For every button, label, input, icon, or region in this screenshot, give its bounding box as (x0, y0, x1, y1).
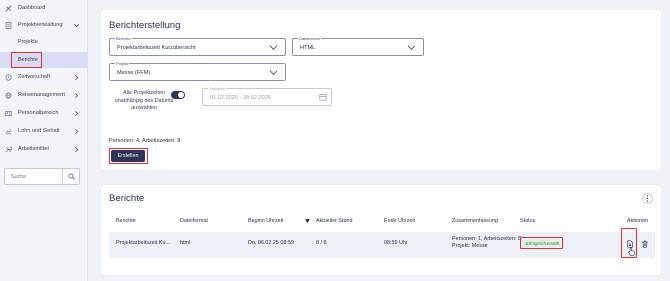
zeitraum-field: Zeitraum 01.02.2025 - 28.02.2025 (202, 86, 332, 106)
chevron-right-icon (73, 128, 80, 135)
field-value: 01.02.2025 - 28.02.2025 (210, 95, 271, 101)
cell-beginn: Do, 06.02.25 08:59 (248, 240, 294, 246)
dashboard-icon (5, 4, 12, 12)
field-value: Projektarbeitszeit Kurzübersicht (117, 45, 196, 51)
clock-icon (5, 73, 12, 81)
document-icon (5, 21, 12, 29)
highlight-box-download (621, 228, 637, 258)
sidebar: Dashboard Projektverwaltung Projekte Ber… (0, 0, 88, 281)
sidebar-item-reisemanagement[interactable]: Reisemanagement (0, 87, 88, 103)
sort-desc-icon[interactable] (305, 219, 310, 223)
search-input[interactable] (5, 169, 62, 184)
table-row[interactable]: Projektarbeitszeit Ku... html Do, 06.02.… (109, 228, 655, 258)
calendar-icon (319, 93, 327, 101)
toggle-label: Alle Projektzeiten unabhängig des Datums… (114, 90, 174, 111)
trash-icon (641, 240, 648, 248)
sidebar-item-label: Lohn und Gehalt (18, 128, 60, 134)
sidebar-item-zeitvorschaft[interactable]: Zeitvorschaft (0, 69, 88, 85)
field-value: Messe (FFM) (117, 70, 151, 76)
toggle-knob (178, 92, 184, 98)
highlight-box-berichte-nav (11, 52, 42, 68)
report-form-card: Berichterstellung Berichte Projektarbeit… (101, 10, 661, 170)
chevron-right-icon (73, 146, 80, 153)
field-label: Zeitraum (208, 86, 226, 91)
cell-bericht: Projektarbeitszeit Ku... (116, 240, 170, 246)
sidebar-item-projektverwaltung[interactable]: Projektverwaltung (0, 17, 88, 33)
berichte-select[interactable]: Berichte Projektarbeitszeit Kurzübersich… (109, 36, 286, 56)
chevron-right-icon (73, 74, 80, 81)
reports-card: Berichte Berichte Dateiformat Beginn Uhr… (101, 185, 661, 275)
projekt-select[interactable]: Projekt Messe (FFM) (109, 61, 286, 81)
chevron-right-icon (73, 92, 80, 99)
column-header[interactable]: Aktueller Stand (316, 218, 353, 224)
tools-icon (5, 146, 12, 153)
cell-ende: 08:59 Uhr (384, 240, 408, 246)
sidebar-item-arbeitsmittel[interactable]: Arbeitsmittel (0, 141, 88, 157)
column-header[interactable]: Beginn Uhrzeit (248, 218, 283, 224)
delete-button[interactable] (640, 239, 649, 248)
sidebar-item-label: Personalbereich (18, 110, 59, 116)
sidebar-item-label: Zeitvorschaft (18, 74, 51, 80)
column-header[interactable]: Dateiformat (180, 218, 208, 224)
column-header[interactable]: Zusammenfassung (452, 218, 498, 224)
chevron-down-icon (269, 45, 278, 50)
field-label: Projekt (115, 61, 130, 66)
field-label: Dateiformat (298, 36, 321, 41)
reports-title: Berichte (109, 193, 145, 204)
search-button[interactable] (63, 169, 80, 184)
column-header[interactable]: Berichte (116, 218, 136, 224)
sidebar-item-label: Projekte (18, 39, 38, 45)
page-title: Berichterstellung (109, 20, 181, 31)
summary-text: Personen: 4, Arbeitszeiten: 8 (109, 138, 181, 144)
cell-stand: 8 / 8 (316, 240, 327, 246)
more-vertical-icon (646, 195, 649, 202)
globe-icon (5, 91, 12, 99)
chevron-down-icon (73, 22, 80, 29)
sidebar-item-label: Arbeitsmittel (18, 146, 49, 152)
reports-table: Berichte Dateiformat Beginn Uhrzeit Aktu… (101, 218, 661, 268)
column-header[interactable]: Status (520, 218, 535, 224)
field-label: Berichte (115, 36, 132, 41)
highlight-box-status (520, 237, 563, 249)
column-header[interactable]: Ende Uhrzeit (384, 218, 415, 224)
highlight-box-erstellen (109, 148, 148, 164)
chevron-down-icon (269, 70, 278, 75)
cell-zusammenfassung-line2: Projekt: Messe (452, 243, 488, 249)
sidebar-item-personalbereich[interactable]: Personalbereich (0, 105, 88, 121)
cell-dateiformat: html (180, 240, 191, 246)
more-options-button[interactable] (642, 193, 653, 204)
sidebar-item-lohn-gehalt[interactable]: Lohn und Gehalt (0, 123, 88, 139)
search-icon (68, 173, 75, 180)
dateiformat-select[interactable]: Dateiformat HTML (292, 36, 424, 56)
column-header: Aktionen (627, 218, 648, 224)
chart-icon (5, 128, 12, 135)
field-value: HTML (300, 45, 316, 51)
sidebar-item-label: Reisemanagement (18, 92, 65, 98)
sidebar-item-projekte[interactable]: Projekte (0, 34, 88, 50)
id-card-icon (5, 110, 12, 117)
cell-zusammenfassung-line1: Personen: 1, Arbeitszeiten: 8 (452, 236, 521, 242)
sidebar-search (4, 168, 80, 185)
chevron-down-icon (407, 45, 416, 50)
sidebar-item-label: Dashboard (18, 5, 46, 11)
chevron-right-icon (73, 110, 80, 117)
sidebar-item-dashboard[interactable]: Dashboard (0, 0, 88, 16)
alle-projektzeiten-toggle[interactable] (171, 91, 185, 99)
sidebar-item-label: Projektverwaltung (18, 22, 63, 28)
